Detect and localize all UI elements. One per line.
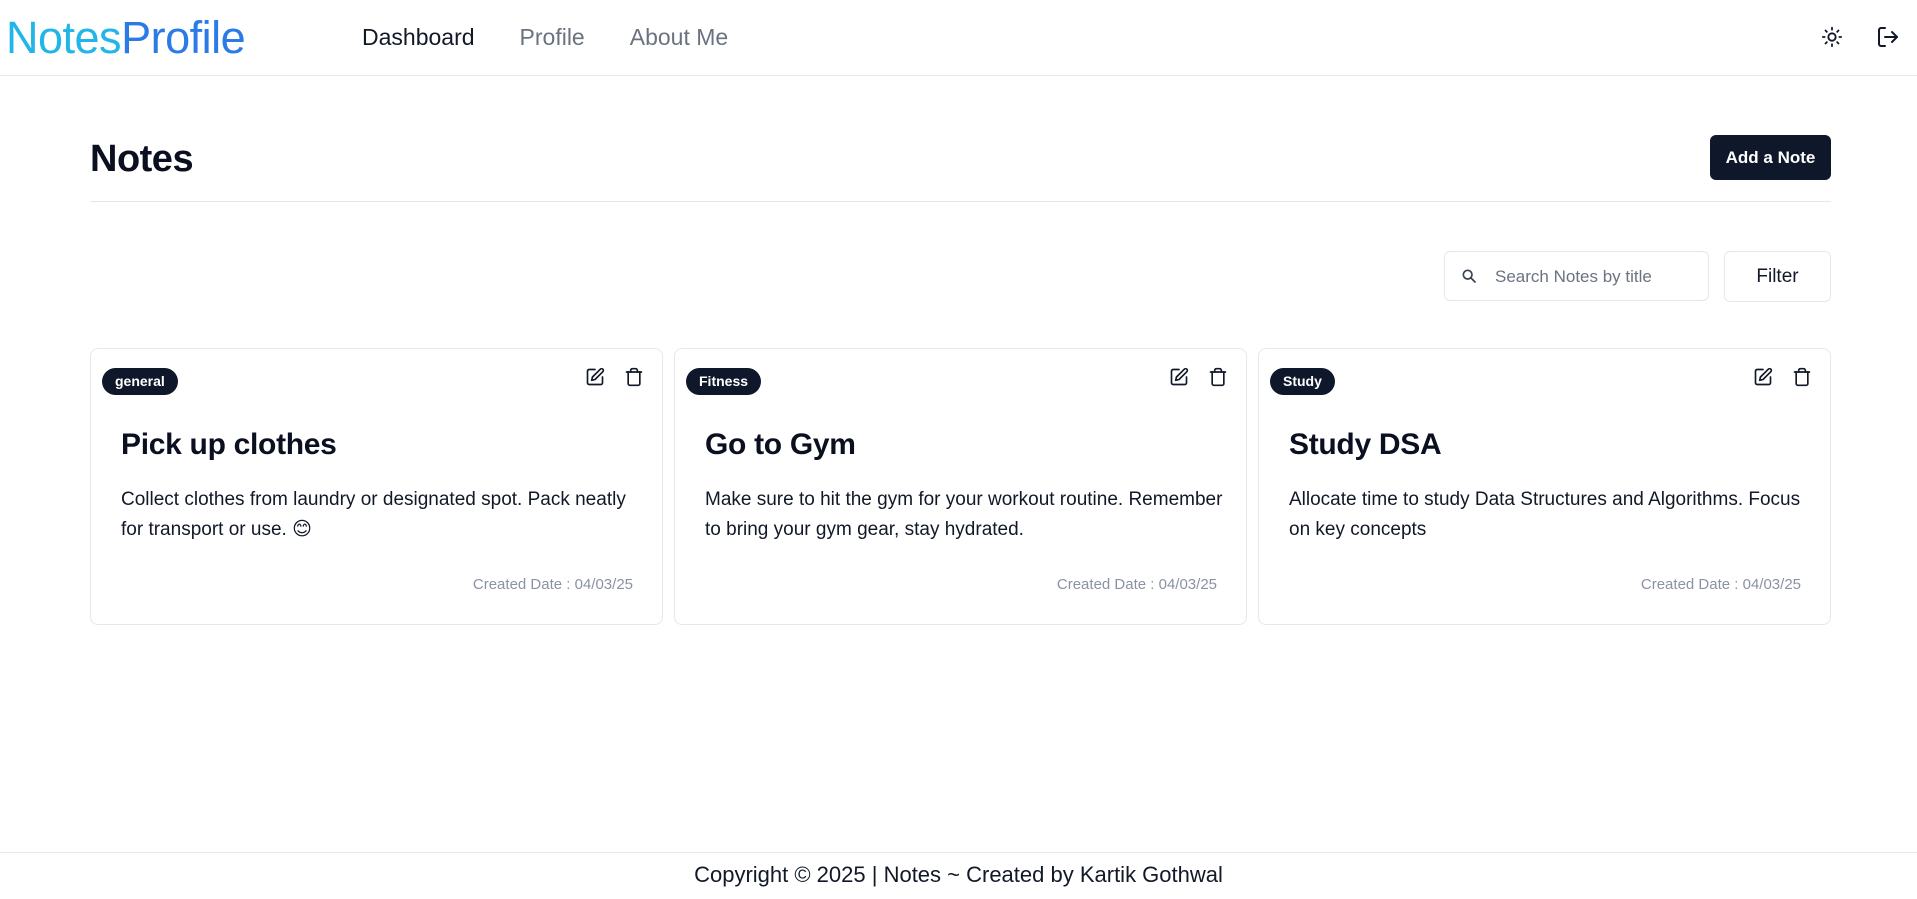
nav-dashboard[interactable]: Dashboard — [362, 20, 475, 54]
filter-button[interactable]: Filter — [1724, 251, 1831, 302]
card-actions — [1169, 367, 1228, 392]
footer: Copyright © 2025 | Notes ~ Created by Ka… — [0, 852, 1917, 899]
note-tag: general — [102, 368, 178, 395]
note-description: Make sure to hit the gym for your workou… — [705, 489, 1223, 540]
note-tag: Fitness — [686, 368, 762, 395]
note-created-date: Created Date : 04/03/25 — [1640, 576, 1801, 593]
brand-part-profile: Profile — [121, 12, 246, 63]
page-title: Notes — [90, 138, 194, 180]
note-created-date: Created Date : 04/03/25 — [472, 576, 633, 593]
trash-icon[interactable] — [624, 367, 644, 392]
logout-icon[interactable] — [1873, 22, 1903, 52]
search-box — [1444, 251, 1709, 301]
nav-links: Dashboard Profile About Me — [362, 20, 773, 54]
notes-header: Notes Add a Note — [90, 132, 1831, 202]
card-actions — [1753, 367, 1812, 392]
search-input[interactable] — [1495, 262, 1700, 292]
notes-grid: general Pick up clothes Collect clothes … — [90, 348, 1831, 625]
note-created-date: Created Date : 04/03/25 — [1056, 576, 1217, 593]
sun-icon[interactable] — [1817, 22, 1847, 52]
note-card[interactable]: Fitness Go to Gym Make sure to hit the g… — [674, 348, 1247, 625]
brand-logo[interactable]: NotesProfile — [6, 10, 246, 66]
footer-copyright: Copyright © 2025 | Notes ~ Created by Ka… — [694, 862, 1223, 887]
add-note-button[interactable]: Add a Note — [1710, 135, 1831, 180]
trash-icon[interactable] — [1208, 367, 1228, 392]
edit-icon[interactable] — [585, 367, 605, 392]
note-card[interactable]: Study Study DSA Allocate time to study D… — [1258, 348, 1831, 625]
search-icon — [1461, 268, 1477, 289]
note-title: Go to Gym — [705, 428, 856, 461]
edit-icon[interactable] — [1169, 367, 1189, 392]
trash-icon[interactable] — [1792, 367, 1812, 392]
note-description: Allocate time to study Data Structures a… — [1289, 489, 1801, 540]
nav-actions — [1817, 22, 1903, 52]
note-title: Study DSA — [1289, 428, 1442, 461]
note-card[interactable]: general Pick up clothes Collect clothes … — [90, 348, 663, 625]
navbar: NotesProfile Dashboard Profile About Me — [0, 0, 1917, 76]
nav-profile[interactable]: Profile — [520, 20, 585, 54]
nav-about-me[interactable]: About Me — [630, 20, 728, 54]
card-actions — [585, 367, 644, 392]
edit-icon[interactable] — [1753, 367, 1773, 392]
note-title: Pick up clothes — [121, 428, 337, 461]
brand-part-notes: Notes — [6, 12, 122, 63]
note-description: Collect clothes from laundry or designat… — [121, 489, 626, 540]
note-tag: Study — [1270, 368, 1335, 395]
